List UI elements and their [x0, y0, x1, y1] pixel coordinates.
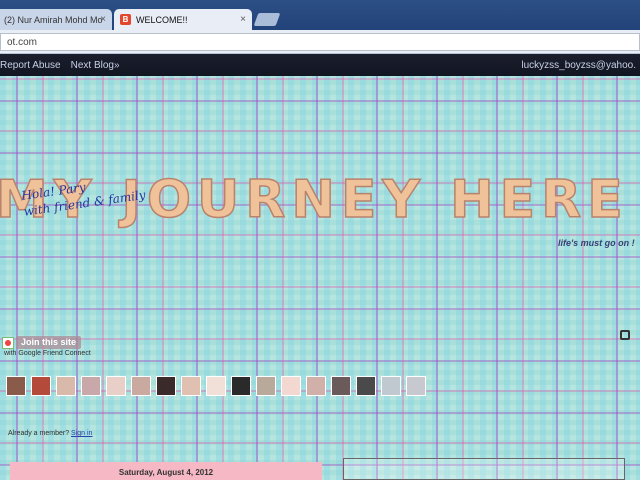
tab-facebook[interactable]: (2) Nur Amirah Mohd Mo ×: [0, 9, 112, 30]
follower-avatar[interactable]: [206, 376, 226, 396]
blogger-navbar: Report Abuse Next Blog» luckyzss_boyzss@…: [0, 54, 640, 76]
follower-avatar[interactable]: [31, 376, 51, 396]
follower-avatar[interactable]: [231, 376, 251, 396]
close-tab-icon[interactable]: ×: [240, 14, 246, 25]
follower-avatar[interactable]: [256, 376, 276, 396]
already-member: Already a member? Sign in: [8, 430, 92, 437]
follower-avatar[interactable]: [106, 376, 126, 396]
follower-avatar[interactable]: [131, 376, 151, 396]
blog-description: life's must go on !: [558, 238, 635, 248]
follower-avatar[interactable]: [181, 376, 201, 396]
user-email[interactable]: luckyzss_boyzss@yahoo.: [521, 60, 636, 71]
browser-tab-bar: (2) Nur Amirah Mohd Mo × B WELCOME!! ×: [0, 0, 640, 30]
blog-background: [0, 76, 640, 480]
external-link-icon[interactable]: [620, 330, 630, 340]
follower-avatar[interactable]: [331, 376, 351, 396]
blogger-icon: B: [120, 14, 131, 25]
sidebar-box: [343, 458, 625, 480]
follower-avatar[interactable]: [306, 376, 326, 396]
tab-label: (2) Nur Amirah Mohd Mo: [4, 14, 103, 25]
next-blog-link[interactable]: Next Blog»: [71, 60, 120, 71]
gfc-caption: with Google Friend Connect: [4, 350, 91, 357]
google-friend-connect-icon: [2, 337, 14, 349]
close-tab-icon[interactable]: ×: [100, 14, 106, 25]
sign-in-link[interactable]: Sign in: [71, 430, 92, 437]
post-date-header: Saturday, August 4, 2012: [10, 462, 322, 480]
new-tab-button[interactable]: [253, 13, 281, 26]
follower-avatar[interactable]: [156, 376, 176, 396]
followers-list: [6, 376, 431, 396]
tab-label: WELCOME!!: [136, 14, 188, 25]
follower-avatar[interactable]: [6, 376, 26, 396]
follower-avatar[interactable]: [381, 376, 401, 396]
follower-avatar[interactable]: [56, 376, 76, 396]
follower-avatar[interactable]: [81, 376, 101, 396]
url-input[interactable]: ot.com: [0, 33, 640, 51]
tab-welcome[interactable]: B WELCOME!! ×: [114, 9, 252, 30]
already-member-text: Already a member?: [8, 430, 70, 437]
report-abuse-link[interactable]: Report Abuse: [0, 60, 61, 71]
follower-avatar[interactable]: [406, 376, 426, 396]
join-site-button[interactable]: Join this site: [16, 336, 82, 349]
follower-avatar[interactable]: [356, 376, 376, 396]
address-bar: ot.com: [0, 30, 640, 54]
follower-avatar[interactable]: [281, 376, 301, 396]
